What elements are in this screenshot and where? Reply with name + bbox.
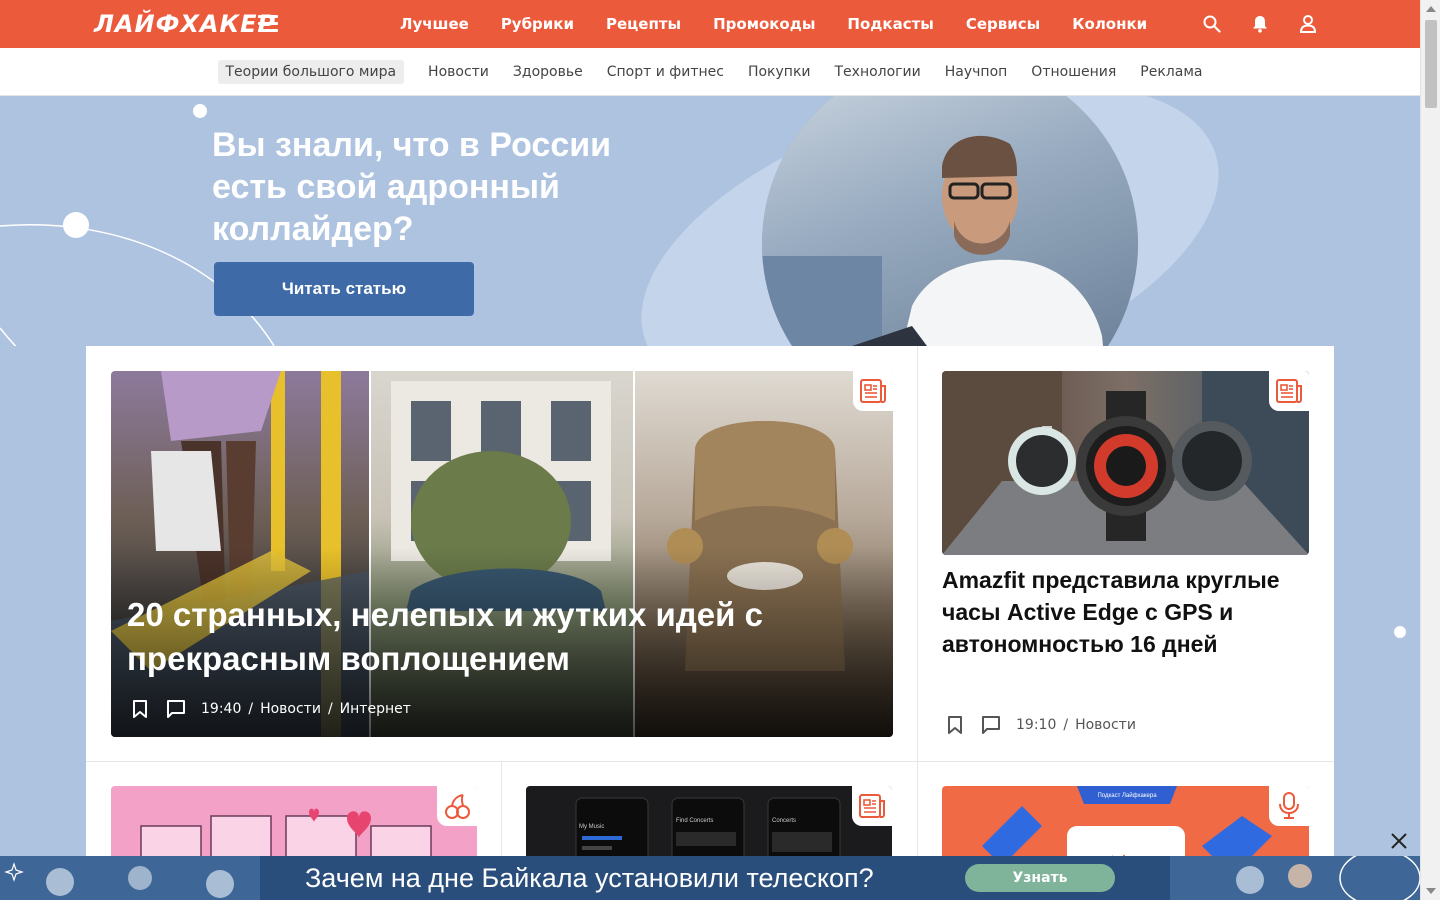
nav-item-promocodes[interactable]: Промокоды <box>713 15 815 33</box>
site-logo[interactable]: ЛАЙФХАКЕР <box>94 10 276 38</box>
subnav-item-ads[interactable]: Реклама <box>1140 64 1202 80</box>
bell-icon[interactable] <box>1248 12 1272 36</box>
microphone-icon <box>1269 786 1309 826</box>
read-article-button[interactable]: Читать статью <box>214 262 474 316</box>
featured-article[interactable]: 20 странных, нелепых и жутких идей с пре… <box>111 371 893 737</box>
hero-photo <box>762 96 1138 346</box>
subnav-item-sport[interactable]: Спорт и фитнес <box>607 64 724 80</box>
hero-title[interactable]: Вы знали, что в России есть свой адронны… <box>212 124 652 250</box>
nav-item-best[interactable]: Лучшее <box>400 15 469 33</box>
featured-title[interactable]: 20 странных, нелепых и жутких идей с пре… <box>127 593 827 681</box>
article-icon <box>853 371 893 411</box>
featured-meta: 19:40 / Новости / Интернет <box>129 698 411 720</box>
hero-banner[interactable]: Вы знали, что в России есть свой адронны… <box>0 96 1420 346</box>
comment-icon[interactable] <box>980 714 1002 736</box>
article-icon <box>1269 371 1309 411</box>
bookmark-icon[interactable] <box>129 698 151 720</box>
subnav-item-science[interactable]: Научпоп <box>945 64 1008 80</box>
meta-separator: / <box>327 701 333 717</box>
scrollbar-thumb[interactable] <box>1425 20 1437 108</box>
decor-dot <box>1394 626 1406 638</box>
user-icon[interactable] <box>1296 12 1320 36</box>
subnav-item-relations[interactable]: Отношения <box>1031 64 1116 80</box>
bottom-ad-banner[interactable]: Зачем на дне Байкала установили телескоп… <box>0 856 1420 900</box>
subnav-item-news[interactable]: Новости <box>428 64 489 80</box>
nav-item-podcasts[interactable]: Подкасты <box>847 15 933 33</box>
side-article-title[interactable]: Amazfit представила круглые часы Active … <box>942 564 1312 660</box>
nav-item-rubrics[interactable]: Рубрики <box>501 15 574 33</box>
subnav-item-shopping[interactable]: Покупки <box>748 64 811 80</box>
featured-time: 19:40 <box>201 701 242 717</box>
mock-label-find-concerts: Find Concerts <box>676 818 713 824</box>
featured-category[interactable]: Новости <box>260 701 321 717</box>
side-article-image[interactable] <box>942 371 1309 555</box>
divider <box>917 346 918 900</box>
scroll-down-icon[interactable] <box>1426 888 1436 894</box>
side-article-category[interactable]: Новости <box>1075 717 1136 733</box>
nav-item-columns[interactable]: Колонки <box>1072 15 1147 33</box>
nav-item-services[interactable]: Сервисы <box>966 15 1040 33</box>
close-icon[interactable] <box>1388 830 1410 852</box>
mock-label-concerts: Concerts <box>772 818 796 824</box>
side-article-meta: 19:10 / Новости <box>944 714 1136 736</box>
page-scrollbar[interactable] <box>1420 0 1440 900</box>
search-icon[interactable] <box>1200 12 1224 36</box>
menu-icon[interactable] <box>258 15 278 33</box>
subnav-item-theories[interactable]: Теории большого мира <box>217 59 405 84</box>
ad-learn-button[interactable]: Узнать <box>965 864 1115 892</box>
divider <box>86 761 1334 762</box>
nav-item-recipes[interactable]: Рецепты <box>606 15 681 33</box>
bookmark-icon[interactable] <box>944 714 966 736</box>
cherry-icon <box>437 786 477 826</box>
ad-text[interactable]: Зачем на дне Байкала установили телескоп… <box>305 860 874 896</box>
main-nav: Лучшее Рубрики Рецепты Промокоды Подкаст… <box>400 0 1179 48</box>
meta-separator: / <box>248 701 254 717</box>
scroll-up-icon[interactable] <box>1426 6 1436 12</box>
sub-nav: Теории большого мира Новости Здоровье Сп… <box>0 48 1420 96</box>
comment-icon[interactable] <box>165 698 187 720</box>
subnav-item-tech[interactable]: Технологии <box>835 64 921 80</box>
mock-label-my-music: My Music <box>579 824 604 830</box>
top-header: ЛАЙФХАКЕР Лучшее Рубрики Рецепты Промоко… <box>0 0 1420 48</box>
meta-separator: / <box>1063 717 1069 733</box>
podcast-label: Подкаст Лайфхакера <box>1097 792 1157 799</box>
article-icon <box>852 786 892 826</box>
side-article-time: 19:10 <box>1016 717 1057 733</box>
featured-tag[interactable]: Интернет <box>340 701 411 717</box>
subnav-item-health[interactable]: Здоровье <box>513 64 583 80</box>
articles-grid: 20 странных, нелепых и жутких идей с пре… <box>86 346 1334 900</box>
